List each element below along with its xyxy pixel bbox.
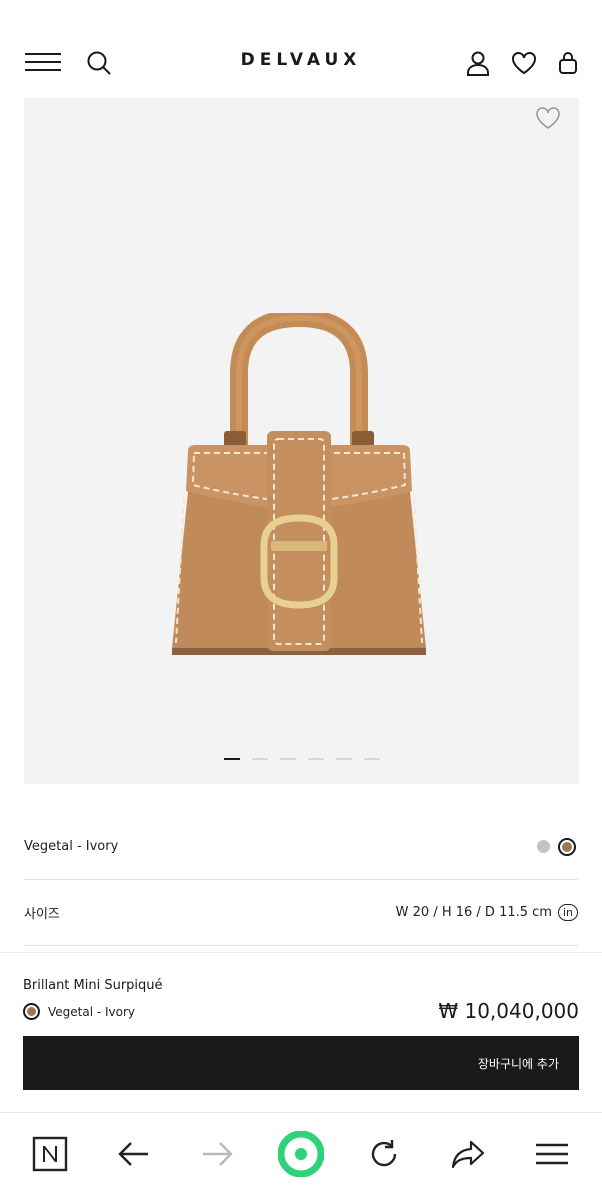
back-icon[interactable]: [109, 1129, 159, 1179]
product-gallery[interactable]: [24, 98, 579, 784]
color-swatches: [537, 837, 576, 856]
slide-dot[interactable]: [335, 758, 352, 760]
selected-color-swatch: [23, 1003, 40, 1020]
bag-icon[interactable]: [554, 48, 582, 78]
green-dot-icon[interactable]: [276, 1129, 326, 1179]
product-name: Brillant Mini Surpiqué: [23, 978, 163, 993]
color-swatch-brown-selected[interactable]: [558, 837, 576, 856]
unit-toggle-button[interactable]: in: [557, 904, 578, 921]
size-option-row: 사이즈 W 20 / H 16 / D 11.5 cm in: [24, 880, 578, 946]
slide-indicator[interactable]: [24, 758, 579, 760]
slide-dot[interactable]: [223, 758, 240, 760]
slide-dot[interactable]: [307, 758, 324, 760]
slide-dot[interactable]: [251, 758, 268, 760]
browser-toolbar: [0, 1112, 602, 1200]
share-icon[interactable]: [443, 1129, 493, 1179]
size-dimensions: W 20 / H 16 / D 11.5 cm: [395, 905, 552, 920]
color-swatch-grey[interactable]: [537, 840, 550, 853]
gallery-wishlist-icon[interactable]: [535, 106, 565, 136]
slide-dot[interactable]: [363, 758, 380, 760]
account-icon[interactable]: [463, 48, 493, 78]
product-image: [172, 313, 426, 655]
color-label: Vegetal - Ivory: [24, 839, 119, 854]
selected-color-label: Vegetal - Ivory: [48, 1004, 136, 1019]
reload-icon[interactable]: [359, 1129, 409, 1179]
forward-icon[interactable]: [192, 1129, 242, 1179]
selected-color: Vegetal - Ivory: [23, 1003, 135, 1020]
size-label: 사이즈: [24, 907, 60, 922]
slide-dot[interactable]: [279, 758, 296, 760]
product-price: ₩ 10,040,000: [438, 999, 579, 1023]
color-option-row: Vegetal - Ivory: [24, 814, 578, 880]
wishlist-icon[interactable]: [508, 48, 540, 78]
site-header: DELVAUX: [0, 0, 602, 98]
naver-home-icon[interactable]: [25, 1129, 75, 1179]
menu-icon[interactable]: [527, 1129, 577, 1179]
size-value: W 20 / H 16 / D 11.5 cm in: [396, 904, 578, 921]
add-to-cart-button[interactable]: 장바구니에 추가: [23, 1036, 579, 1090]
purchase-panel: Brillant Mini Surpiqué Vegetal - Ivory ₩…: [0, 952, 602, 1112]
